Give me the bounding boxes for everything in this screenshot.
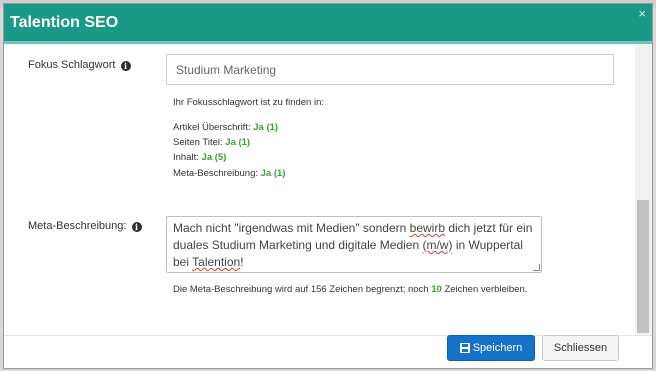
save-label: Speichern xyxy=(472,342,523,354)
resize-grip-icon[interactable] xyxy=(533,264,540,271)
misspelled-word: bewirb xyxy=(409,221,445,235)
scrollbar-thumb[interactable] xyxy=(637,200,649,333)
meta-text: ! xyxy=(240,255,244,269)
check-label: Meta-Beschreibung: xyxy=(173,168,259,179)
check-result: Ja (1) xyxy=(225,137,251,148)
check-result: Ja (5) xyxy=(201,152,227,163)
check-label: Inhalt: xyxy=(173,152,199,163)
check-result: Ja (1) xyxy=(253,122,279,133)
check-label: Artikel Überschrift: xyxy=(173,122,251,133)
meta-description-textarea[interactable]: Mach nicht "irgendwas mit Medien" sonder… xyxy=(166,216,542,273)
meta-description-label: Meta-Beschreibung: xyxy=(28,220,127,232)
character-limit-note: Die Meta-Beschreibung wird auf 156 Zeich… xyxy=(173,284,527,295)
seo-modal: Talention SEO × Fokus Schlagwort i Ihr F… xyxy=(3,3,653,369)
focus-keyword-input[interactable] xyxy=(166,54,614,85)
close-label: Schliessen xyxy=(553,342,608,354)
limit-text: Die Meta-Beschreibung wird auf 156 Zeich… xyxy=(173,284,432,295)
meta-text: Mach nicht "irgendwas mit Medien" sonder… xyxy=(173,221,410,235)
close-button[interactable]: Schliessen xyxy=(542,335,619,361)
vertical-scrollbar[interactable] xyxy=(635,44,652,335)
check-result: Ja (1) xyxy=(260,168,286,179)
check-label: Seiten Titel: xyxy=(173,137,223,148)
check-row: Meta-Beschreibung: Ja (1) xyxy=(173,168,286,179)
misspelled-word: Talention xyxy=(192,255,241,269)
close-icon[interactable]: × xyxy=(638,6,646,21)
found-in-intro: Ihr Fokusschlagwort ist zu finden in: xyxy=(173,97,325,108)
modal-title: Talention SEO xyxy=(10,14,119,31)
info-icon[interactable]: i xyxy=(131,222,142,232)
focus-keyword-label-row: Fokus Schlagwort i xyxy=(28,59,131,71)
check-row: Seiten Titel: Ja (1) xyxy=(173,137,250,148)
misspelled-word: (m/w) xyxy=(422,238,453,252)
save-button[interactable]: Speichern xyxy=(447,335,535,361)
limit-text: Zeichen verbleiben. xyxy=(441,284,528,295)
modal-header: Talention SEO × xyxy=(4,4,652,44)
focus-keyword-label: Fokus Schlagwort xyxy=(28,59,116,71)
meta-description-label-row: Meta-Beschreibung: i xyxy=(28,220,142,232)
floppy-disk-icon xyxy=(459,343,470,353)
remaining-count: 10 xyxy=(431,284,442,295)
info-icon[interactable]: i xyxy=(120,61,131,71)
check-row: Inhalt: Ja (5) xyxy=(173,152,226,163)
check-row: Artikel Überschrift: Ja (1) xyxy=(173,122,278,133)
